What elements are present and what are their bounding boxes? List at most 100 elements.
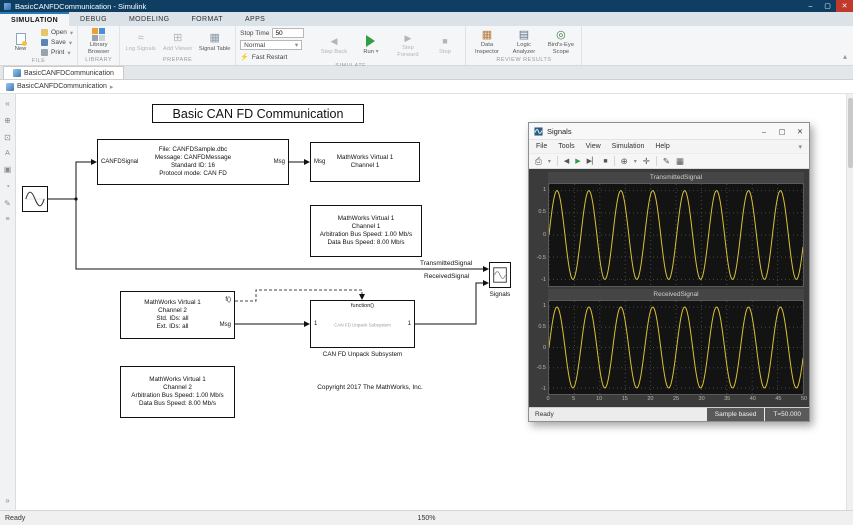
- x-tick-label: 50: [801, 396, 807, 402]
- annotation-icon[interactable]: A: [5, 150, 10, 157]
- run-icon[interactable]: ▶: [575, 157, 580, 165]
- zoom-icon[interactable]: ⊕: [4, 116, 11, 125]
- sample-time-icon[interactable]: ≡: [5, 216, 9, 223]
- review-group-label: REVIEW RESULTS: [470, 56, 577, 65]
- open-button[interactable]: Open▾: [41, 28, 73, 37]
- plot-title: ReceivedSignal: [548, 289, 804, 300]
- x-tick-label: 5: [572, 396, 575, 402]
- model-icon: [13, 69, 21, 77]
- stop-time-input[interactable]: [272, 28, 304, 38]
- sim-mode-dropdown[interactable]: Normal ▾: [240, 40, 302, 50]
- canfd-unpack-subsystem-block[interactable]: function() 1 1 CAN FD Unpack Subsystem: [310, 300, 415, 348]
- toolstrip: New Open▾ Save▾ Print▾ FILE: [0, 26, 853, 66]
- menu-view[interactable]: View: [586, 143, 601, 150]
- minimize-button[interactable]: –: [802, 0, 819, 12]
- stop-button[interactable]: ■ Stop: [428, 35, 461, 56]
- chevron-down-icon: ▾: [295, 41, 298, 49]
- breadcrumb-item[interactable]: BasicCANFDCommunication: [17, 83, 107, 90]
- log-signals-button[interactable]: ≈ Log Signals: [124, 32, 157, 53]
- step-forward-button[interactable]: ▶ Step Forward: [391, 31, 424, 58]
- hide-browser-icon[interactable]: «: [5, 99, 9, 108]
- palette-more-icon[interactable]: »: [5, 496, 9, 505]
- canfd-pack-block[interactable]: File: CANFDSample.dbcMessage: CANFDMessa…: [97, 139, 289, 185]
- menu-tools[interactable]: Tools: [558, 143, 574, 150]
- zoom-icon[interactable]: ⊕: [621, 156, 628, 167]
- step-forward-icon[interactable]: ▶▏: [587, 157, 598, 165]
- scope-titlebar[interactable]: Signals – ▢ ✕: [529, 123, 809, 140]
- measurements-icon[interactable]: ✎: [663, 156, 670, 167]
- settings-icon[interactable]: ▦: [676, 156, 684, 167]
- tab-apps[interactable]: APPS: [234, 12, 276, 26]
- chevron-down-icon[interactable]: ▾: [548, 158, 551, 165]
- viewmark-icon[interactable]: ◔: [5, 182, 10, 191]
- received-signal-plot[interactable]: ReceivedSignal 10.50-0.5-1 0510152025303…: [534, 289, 804, 404]
- minimize-button[interactable]: –: [755, 123, 773, 139]
- screenshot-icon[interactable]: ✎: [4, 199, 11, 208]
- y-tick-label: 1: [543, 187, 546, 193]
- received-signal-label[interactable]: ReceivedSignal: [424, 273, 469, 280]
- toolstrip-collapse-icon[interactable]: ▴: [843, 52, 847, 61]
- prepare-group-label: PREPARE: [124, 56, 231, 65]
- library-group: Library Browser LIBRARY: [78, 26, 120, 65]
- scope-block[interactable]: [489, 262, 511, 288]
- transmitted-signal-label[interactable]: TransmittedSignal: [420, 260, 472, 267]
- plot-axes[interactable]: [548, 300, 804, 395]
- step-forward-icon: ▶: [404, 31, 411, 44]
- add-viewer-icon: ⊞: [173, 32, 182, 45]
- plot-axes[interactable]: [548, 183, 804, 287]
- chevron-down-icon[interactable]: ▾: [634, 158, 637, 165]
- library-browser-button[interactable]: Library Browser: [82, 28, 115, 55]
- chevron-down-icon[interactable]: ▾: [798, 143, 802, 151]
- rx-channel-block[interactable]: MathWorks Virtual 1Channel 2Std. IDs: al…: [120, 291, 235, 339]
- tab-modeling[interactable]: MODELING: [118, 12, 181, 26]
- maximize-button[interactable]: ▢: [773, 123, 791, 139]
- menu-simulation[interactable]: Simulation: [612, 143, 645, 150]
- sine-wave-block[interactable]: [22, 186, 48, 212]
- signals-scope-window[interactable]: Signals – ▢ ✕ File Tools View Simulation…: [528, 122, 810, 422]
- area-icon[interactable]: ▣: [4, 165, 12, 174]
- function-call-port-label: f(): [225, 297, 231, 303]
- stop-time-label: Stop Time: [240, 30, 269, 37]
- tx-channel-block[interactable]: MathWorks Virtual 1Channel 1 Msg: [310, 142, 420, 182]
- menu-help[interactable]: Help: [655, 143, 669, 150]
- step-back-button[interactable]: ◀ Step Back: [317, 35, 350, 56]
- document-tab[interactable]: BasicCANFDCommunication: [3, 66, 124, 79]
- scope-toolbar: ⎙ ▾ ◀ ▶ ▶▏ ■ ⊕ ▾ ✛ ✎ ▦: [529, 153, 809, 169]
- fast-restart-toggle[interactable]: ⚡ Fast Restart: [240, 52, 304, 62]
- close-button[interactable]: ✕: [836, 0, 853, 12]
- fit-view-icon[interactable]: ⊡: [4, 133, 11, 142]
- new-button[interactable]: New: [4, 32, 37, 53]
- vertical-scrollbar[interactable]: [846, 94, 853, 510]
- pan-icon[interactable]: ✛: [643, 156, 650, 167]
- x-tick-label: 10: [596, 396, 602, 402]
- logic-analyzer-button[interactable]: ▤ Logic Analyzer: [507, 28, 540, 55]
- tab-format[interactable]: FORMAT: [181, 12, 234, 26]
- close-button[interactable]: ✕: [791, 123, 809, 139]
- scope-window-icon: [534, 127, 543, 136]
- transmitted-signal-plot[interactable]: TransmittedSignal 10.50-0.5-1: [534, 172, 804, 287]
- new-file-icon: [16, 33, 26, 45]
- add-viewer-button[interactable]: ⊞ Add Viewer: [161, 32, 194, 53]
- print-button[interactable]: Print▾: [41, 48, 73, 57]
- scrollbar-thumb[interactable]: [848, 98, 853, 168]
- save-button[interactable]: Save▾: [41, 38, 73, 47]
- menu-file[interactable]: File: [536, 143, 547, 150]
- tab-debug[interactable]: DEBUG: [69, 12, 118, 26]
- copyright-annotation: Copyright 2017 The MathWorks, Inc.: [300, 384, 440, 391]
- tx-config-block[interactable]: MathWorks Virtual 1Channel 1Arbitration …: [310, 205, 422, 257]
- stop-icon[interactable]: ■: [603, 158, 607, 165]
- tab-simulation[interactable]: SIMULATION: [0, 12, 69, 26]
- block-name-label: Signals: [476, 291, 524, 298]
- birdseye-scope-button[interactable]: ◎ Bird's-Eye Scope: [544, 28, 577, 55]
- maximize-button[interactable]: ▢: [819, 0, 836, 12]
- signal-table-button[interactable]: ▦ Signal Table: [198, 32, 231, 53]
- run-button[interactable]: Run ▾: [354, 35, 387, 56]
- simulink-app-icon: [4, 3, 11, 10]
- step-back-icon[interactable]: ◀: [564, 157, 569, 165]
- print-icon[interactable]: ⎙: [535, 156, 542, 167]
- model-title-annotation[interactable]: Basic CAN FD Communication: [152, 104, 364, 123]
- open-folder-icon: [41, 29, 48, 36]
- y-tick-label: -1: [541, 277, 546, 283]
- rx-config-block[interactable]: MathWorks Virtual 1Channel 2Arbitration …: [120, 366, 235, 418]
- data-inspector-button[interactable]: ▦ Data Inspector: [470, 28, 503, 55]
